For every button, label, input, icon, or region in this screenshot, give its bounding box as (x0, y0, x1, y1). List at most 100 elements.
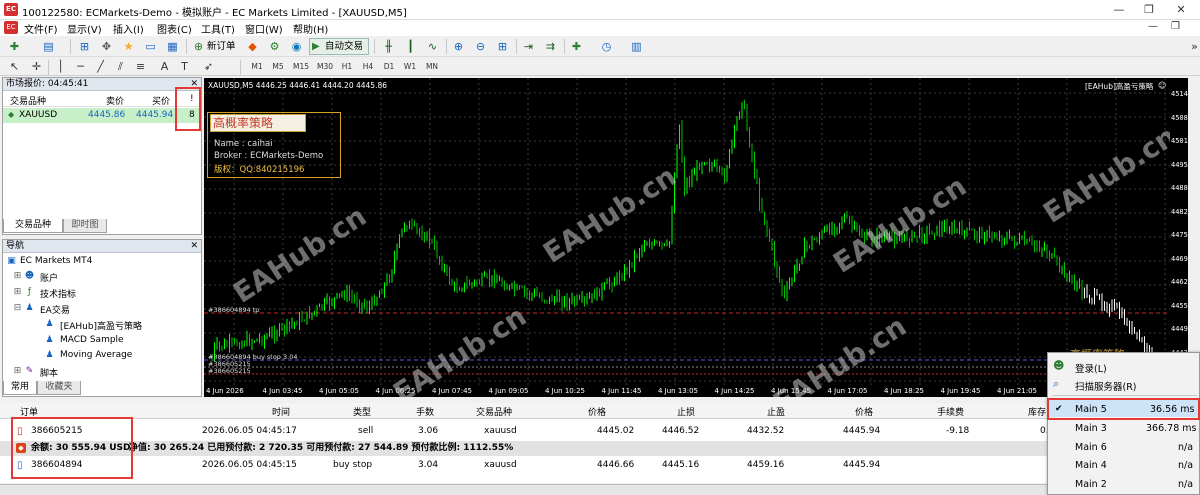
timeframe-m1[interactable]: M1 (248, 59, 266, 74)
collapse-icon[interactable]: ⊟ (12, 303, 23, 314)
col-symbol[interactable]: 交易品种 (10, 94, 46, 107)
server-name[interactable]: Main 6 (1075, 442, 1107, 453)
close-icon[interactable]: ✕ (1166, 2, 1196, 18)
balance-details: 净值: 30 265.24 已用预付款: 2 720.35 可用预付款: 27 … (129, 443, 514, 453)
profiles-icon[interactable]: ▤ (40, 38, 57, 55)
toolbar-more-icon[interactable]: » (1186, 38, 1200, 55)
timeframe-mn[interactable]: MN (422, 59, 442, 74)
trendline-icon[interactable]: ╱ (92, 58, 109, 75)
tab-tick-chart[interactable]: 即时图 (63, 219, 107, 233)
tab-common[interactable]: 常用 (3, 381, 37, 395)
line-chart-icon[interactable]: ∿ (424, 38, 441, 55)
vertical-line-icon[interactable]: │ (52, 58, 69, 75)
bar-chart-icon[interactable]: ╫ (380, 38, 397, 55)
menu-help[interactable]: 帮助(H) (293, 21, 328, 36)
timeframe-m5[interactable]: M5 (269, 59, 287, 74)
zoom-in-icon[interactable]: ⊕ (450, 38, 467, 55)
nav-accounts[interactable]: 账户 (40, 271, 58, 284)
price-chart[interactable]: XAUUSD,M5 4446.25 4446.41 4444.20 4445.8… (204, 78, 1170, 397)
market-watch-row[interactable]: ◆ XAUUSD 4445.86 4445.94 8 (3, 108, 201, 123)
new-order-icon[interactable]: ⊕ (190, 38, 207, 55)
server-name[interactable]: Main 3 (1075, 423, 1107, 434)
col-lots[interactable]: 手数 (416, 405, 434, 418)
data-window-icon[interactable]: ✥ (98, 38, 115, 55)
periods-icon[interactable]: ◷ (598, 38, 615, 55)
timeframe-m15[interactable]: M15 (290, 59, 312, 74)
nav-experts[interactable]: EA交易 (40, 303, 70, 316)
server-name[interactable]: Main 4 (1075, 460, 1107, 471)
col-sl[interactable]: 止损 (677, 405, 695, 418)
col-cur-price[interactable]: 价格 (855, 405, 873, 418)
crosshair-icon[interactable]: ✛ (28, 58, 45, 75)
col-tp[interactable]: 止盈 (767, 405, 785, 418)
horizontal-line-icon[interactable]: ─ (72, 58, 89, 75)
metaeditor-icon[interactable]: ◆ (244, 38, 261, 55)
timeframe-w1[interactable]: W1 (401, 59, 419, 74)
fibonacci-icon[interactable]: ≡ (132, 58, 149, 75)
market-icon[interactable]: ◉ (288, 38, 305, 55)
arrows-icon[interactable]: ➶ (200, 58, 217, 75)
candlesticks-icon[interactable]: ┃ (402, 38, 419, 55)
nav-scripts[interactable]: 脚本 (40, 366, 58, 379)
menu-scan-servers[interactable]: 扫描服务器(R) (1075, 379, 1137, 393)
server-name[interactable]: Main 2 (1075, 479, 1107, 490)
col-price[interactable]: 价格 (588, 405, 606, 418)
templates-icon[interactable]: ▥ (628, 38, 645, 55)
nav-root[interactable]: EC Markets MT4 (20, 256, 92, 266)
chart-window-icon[interactable]: EC (4, 21, 18, 34)
new-chart-icon[interactable]: ✚ (6, 38, 23, 55)
timeframe-m30[interactable]: M30 (314, 59, 336, 74)
nav-indicators[interactable]: 技术指标 (40, 287, 76, 300)
col-swap[interactable]: 库存 (1028, 405, 1046, 418)
menu-window[interactable]: 窗口(W) (245, 21, 283, 36)
expand-icon[interactable]: ⊞ (12, 366, 23, 377)
market-watch-icon[interactable]: ⊞ (76, 38, 93, 55)
navigator-icon[interactable]: ★ (120, 38, 137, 55)
zoom-out-icon[interactable]: ⊖ (472, 38, 489, 55)
indicators-icon[interactable]: ✚ (568, 38, 585, 55)
new-order-button[interactable]: 新订单 (207, 38, 236, 55)
nav-ea-1[interactable]: [EAHub]高盈亏策略 (60, 319, 142, 332)
nav-ea-2[interactable]: MACD Sample (60, 335, 124, 345)
tab-symbols[interactable]: 交易品种 (3, 219, 63, 233)
expand-icon[interactable]: ⊞ (12, 271, 23, 282)
order-row[interactable]: ▯ 386605215 2026.06.05 04:45:17 sell 3.0… (0, 424, 1050, 439)
col-commission[interactable]: 手续费 (937, 405, 964, 418)
auto-scroll-icon[interactable]: ⇉ (542, 38, 559, 55)
toolbar-separator (186, 39, 187, 54)
menu-tools[interactable]: 工具(T) (201, 21, 235, 36)
menu-insert[interactable]: 插入(I) (113, 21, 144, 36)
chart-shift-icon[interactable]: ⇥ (520, 38, 537, 55)
col-time[interactable]: 时间 (272, 405, 290, 418)
mdi-minimize-icon[interactable]: — (1148, 21, 1158, 32)
text-label-icon[interactable]: T (176, 58, 193, 75)
order-row[interactable]: ▯ 386604894 2026.06.05 04:45:15 buy stop… (0, 458, 1050, 473)
mdi-restore-icon[interactable]: ❐ (1171, 21, 1180, 32)
tile-windows-icon[interactable]: ⊞ (494, 38, 511, 55)
terminal-scrollbar[interactable] (0, 484, 1050, 495)
terminal-icon[interactable]: ▭ (142, 38, 159, 55)
col-symbol[interactable]: 交易品种 (476, 405, 512, 418)
col-bid[interactable]: 卖价 (106, 94, 124, 107)
tab-favorites[interactable]: 收藏夹 (37, 381, 81, 395)
col-ask[interactable]: 买价 (152, 94, 170, 107)
cursor-icon[interactable]: ↖ (6, 58, 23, 75)
menu-chart[interactable]: 图表(C) (157, 21, 192, 36)
timeframe-d1[interactable]: D1 (380, 59, 398, 74)
text-icon[interactable]: A (156, 58, 173, 75)
minimize-icon[interactable]: — (1104, 2, 1134, 18)
auto-trading-button[interactable]: ▶ 自动交易 (309, 38, 369, 55)
col-type[interactable]: 类型 (353, 405, 371, 418)
signals-icon[interactable]: ⚙ (266, 38, 283, 55)
tester-icon[interactable]: ▦ (164, 38, 181, 55)
menu-file[interactable]: 文件(F) (24, 21, 58, 36)
restore-icon[interactable]: ❐ (1134, 2, 1164, 18)
expand-icon[interactable]: ⊞ (12, 287, 23, 298)
menu-view[interactable]: 显示(V) (67, 21, 102, 36)
timeframe-h4[interactable]: H4 (359, 59, 377, 74)
nav-ea-3[interactable]: Moving Average (60, 350, 132, 360)
navigator-close-icon[interactable]: ✕ (190, 240, 198, 253)
menu-login[interactable]: 登录(L) (1075, 361, 1107, 375)
equidistant-channel-icon[interactable]: ⫽ (112, 58, 129, 75)
timeframe-h1[interactable]: H1 (338, 59, 356, 74)
